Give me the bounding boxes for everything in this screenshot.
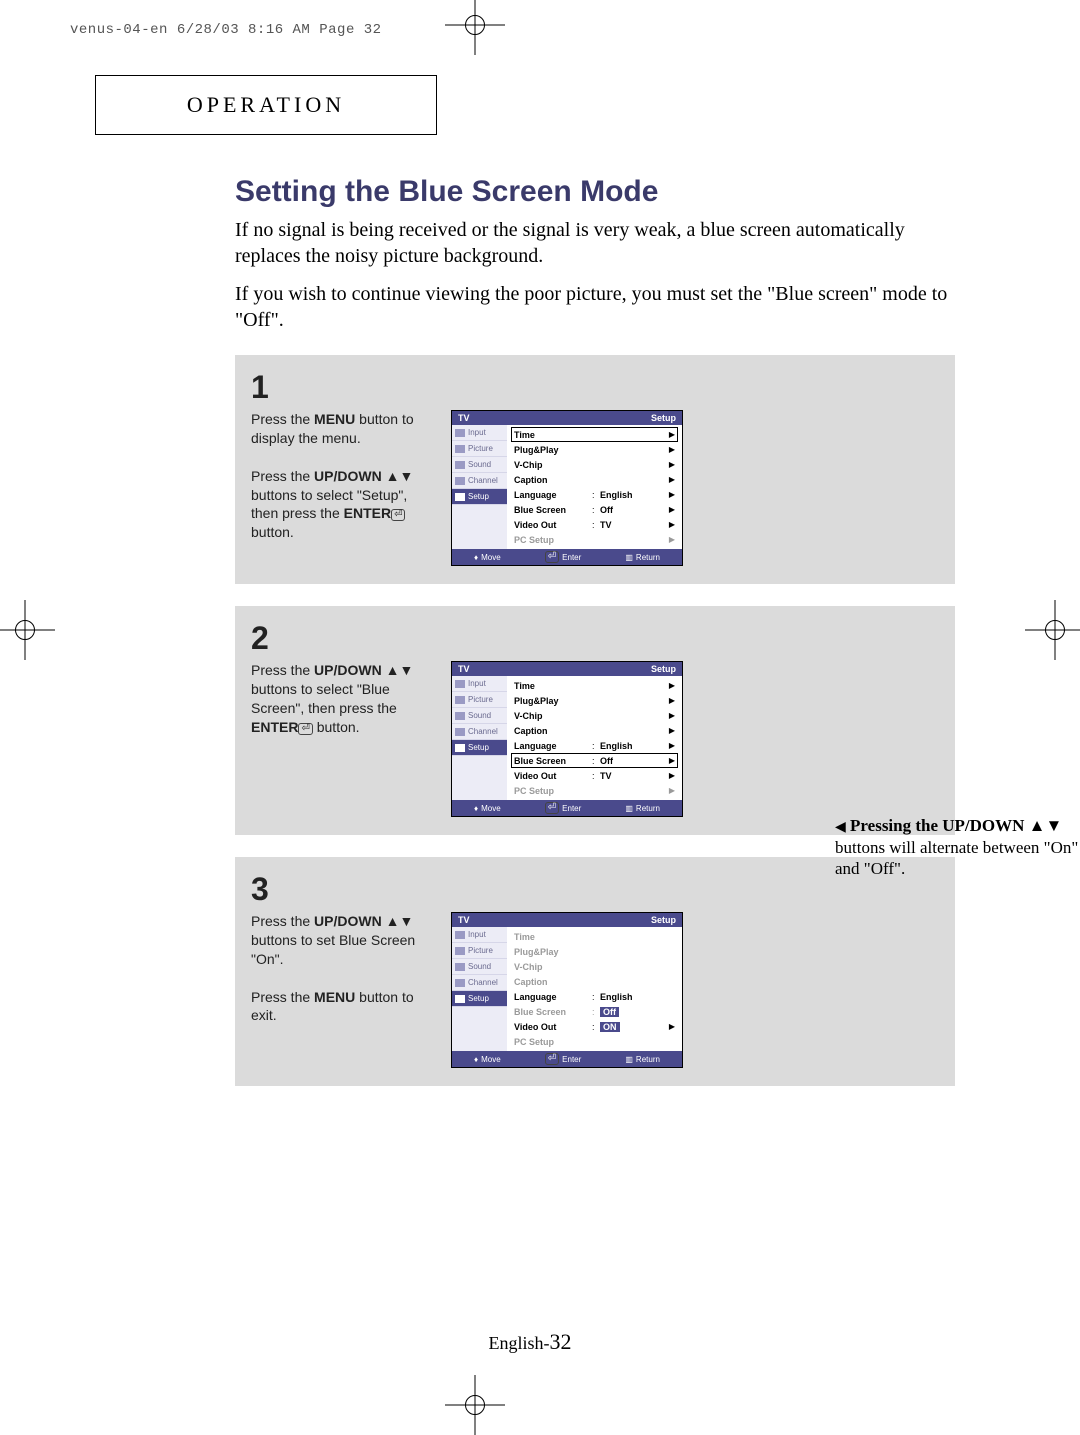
step-number: 2	[251, 620, 939, 657]
registration-mark-left	[0, 600, 55, 660]
setup-icon	[455, 493, 465, 501]
input-icon	[455, 429, 465, 437]
enter-icon: ⏎	[391, 509, 405, 521]
note-triangle-icon: ◀	[835, 820, 846, 835]
step-number: 1	[251, 369, 939, 406]
page-number: English-32	[489, 1329, 572, 1355]
side-note: ◀ Pressing the UP/DOWN ▲▼ buttons will a…	[835, 815, 1080, 879]
sound-icon	[455, 461, 465, 469]
osd-side-channel: Channel	[452, 473, 507, 489]
intro-paragraph-2: If you wish to continue viewing the poor…	[235, 281, 955, 333]
step-1: 1 Press the MENU button to display the m…	[235, 355, 955, 584]
osd-menu-1: TVSetup Input Picture Sound Channel Setu…	[451, 410, 683, 566]
osd-side-sound: Sound	[452, 457, 507, 473]
picture-icon	[455, 445, 465, 453]
page-title: Setting the Blue Screen Mode	[235, 175, 955, 209]
registration-mark-right	[1025, 600, 1080, 660]
osd-side-input: Input	[452, 425, 507, 441]
step-2-text: Press the UP/DOWN ▲▼ buttons to select "…	[251, 661, 431, 817]
step-3-text: Press the UP/DOWN ▲▼ buttons to set Blue…	[251, 912, 431, 1068]
step-2: 2 Press the UP/DOWN ▲▼ buttons to select…	[235, 606, 955, 835]
registration-mark-top	[445, 0, 505, 55]
section-header-box: OPERATION	[95, 75, 437, 135]
channel-icon	[455, 477, 465, 485]
osd-menu-3: TVSetup Input Picture Sound Channel Setu…	[451, 912, 683, 1068]
print-slug: venus-04-en 6/28/03 8:16 AM Page 32	[70, 22, 382, 38]
osd-side-picture: Picture	[452, 441, 507, 457]
section-header-text: OPERATION	[187, 92, 345, 118]
registration-mark-bottom	[445, 1375, 505, 1435]
enter-icon: ⏎	[298, 723, 312, 735]
step-3: 3 Press the UP/DOWN ▲▼ buttons to set Bl…	[235, 857, 955, 1086]
step-1-text: Press the MENU button to display the men…	[251, 410, 431, 566]
osd-menu-2: TVSetup Input Picture Sound Channel Setu…	[451, 661, 683, 817]
intro-paragraph-1: If no signal is being received or the si…	[235, 217, 955, 269]
osd-side-setup: Setup	[452, 489, 507, 505]
